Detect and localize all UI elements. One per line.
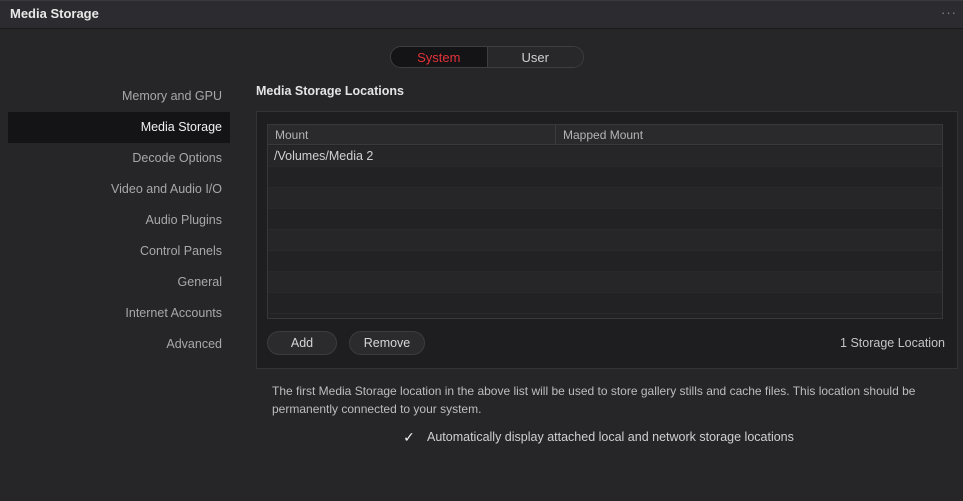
auto-display-option[interactable]: ✓ Automatically display attached local a… [401,429,794,445]
preferences-sidebar: Memory and GPU Media Storage Decode Opti… [8,81,230,360]
tab-user[interactable]: User [486,47,583,67]
section-title: Media Storage Locations [256,84,404,98]
sidebar-item-video-audio-io[interactable]: Video and Audio I/O [8,174,230,205]
table-row-empty [268,293,942,314]
preferences-window: Media Storage ··· System User Memory and… [0,0,963,501]
storage-locations-panel: Mount Mapped Mount /Volumes/Media 2 Add … [256,111,958,369]
sidebar-item-control-panels[interactable]: Control Panels [8,236,230,267]
window-title: Media Storage [10,6,99,21]
column-header-mount[interactable]: Mount [275,128,308,142]
table-row-empty [268,167,942,188]
system-user-toggle: System User [390,46,584,68]
table-row-empty [268,230,942,251]
window-titlebar: Media Storage ··· [0,1,963,29]
sidebar-item-decode-options[interactable]: Decode Options [8,143,230,174]
checkmark-icon[interactable]: ✓ [401,429,417,445]
table-row-empty [268,209,942,230]
auto-display-label[interactable]: Automatically display attached local and… [427,430,794,444]
sidebar-item-advanced[interactable]: Advanced [8,329,230,360]
table-row-empty [268,188,942,209]
more-horizontal-icon[interactable]: ··· [941,5,957,20]
column-divider[interactable] [555,125,556,145]
sidebar-item-audio-plugins[interactable]: Audio Plugins [8,205,230,236]
table-body: /Volumes/Media 2 [268,146,942,314]
table-header: Mount Mapped Mount [268,125,942,145]
table-row[interactable]: /Volumes/Media 2 [268,146,942,167]
table-row-empty [268,272,942,293]
tab-system[interactable]: System [391,47,487,67]
sidebar-item-memory-and-gpu[interactable]: Memory and GPU [8,81,230,112]
storage-note: The first Media Storage location in the … [272,384,916,416]
remove-button[interactable]: Remove [349,331,425,355]
sidebar-item-general[interactable]: General [8,267,230,298]
storage-location-count: 1 Storage Location [840,336,945,350]
table-row-empty [268,251,942,272]
add-button[interactable]: Add [267,331,337,355]
storage-table: Mount Mapped Mount /Volumes/Media 2 [267,124,943,319]
sidebar-item-internet-accounts[interactable]: Internet Accounts [8,298,230,329]
column-header-mapped-mount[interactable]: Mapped Mount [563,128,643,142]
sidebar-item-media-storage[interactable]: Media Storage [8,112,230,143]
